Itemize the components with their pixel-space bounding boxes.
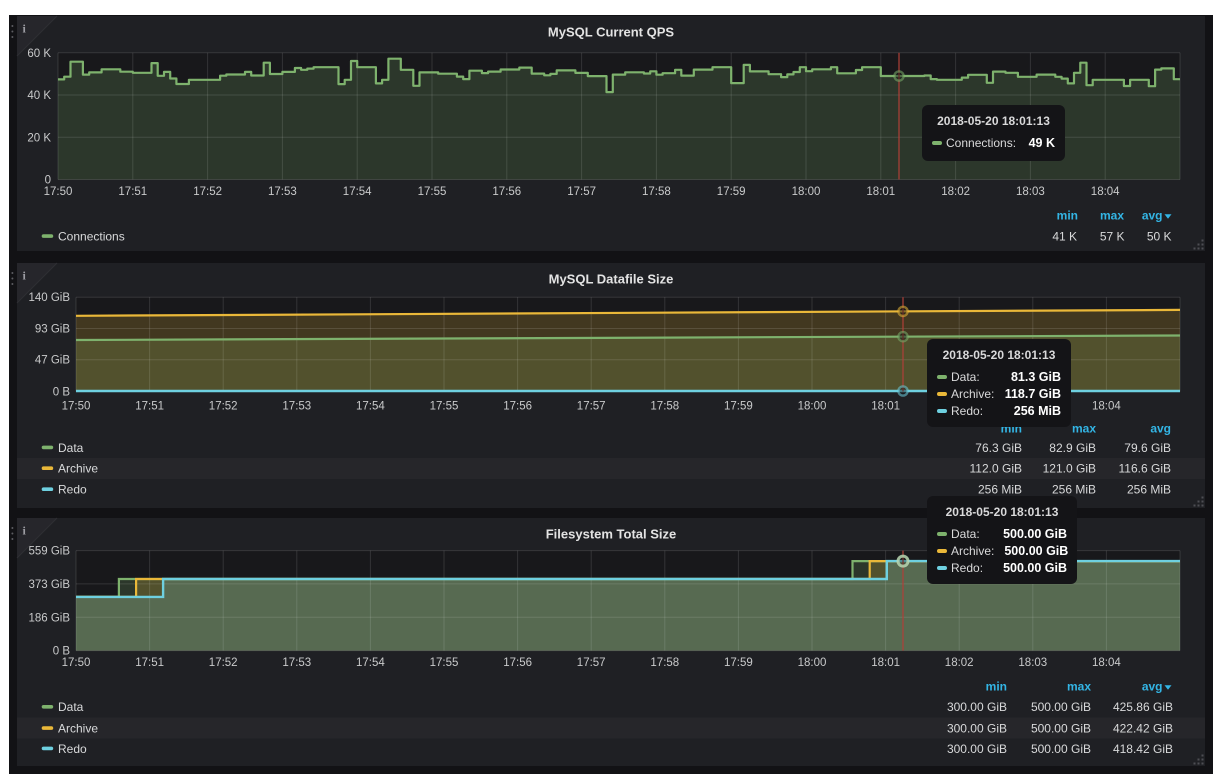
svg-text:17:51: 17:51: [135, 657, 164, 669]
svg-text:avg: avg: [1142, 680, 1163, 694]
svg-text:0 B: 0 B: [53, 386, 71, 398]
svg-text:256 MiB: 256 MiB: [978, 483, 1022, 497]
svg-text:300.00 GiB: 300.00 GiB: [947, 700, 1007, 714]
svg-text:max: max: [1072, 422, 1096, 436]
svg-text:17:50: 17:50: [62, 657, 91, 669]
svg-text:17:54: 17:54: [356, 400, 385, 412]
svg-text:0 B: 0 B: [53, 646, 71, 658]
svg-text:Archive: Archive: [58, 721, 98, 735]
svg-text:avg: avg: [1150, 422, 1171, 436]
svg-text:17:54: 17:54: [343, 186, 372, 198]
svg-text:17:52: 17:52: [209, 400, 238, 412]
svg-text:17:56: 17:56: [503, 400, 532, 412]
svg-text:17:57: 17:57: [577, 400, 606, 412]
svg-text:18:00: 18:00: [792, 186, 821, 198]
svg-text:17:56: 17:56: [503, 657, 532, 669]
svg-text:18:02: 18:02: [941, 186, 970, 198]
svg-text:79.6 GiB: 79.6 GiB: [1124, 441, 1171, 455]
svg-text:425.86 GiB: 425.86 GiB: [1113, 700, 1173, 714]
svg-text:18:04: 18:04: [1091, 186, 1120, 198]
svg-text:18:04: 18:04: [1092, 657, 1121, 669]
svg-text:Data: Data: [58, 700, 84, 714]
svg-text:18:01: 18:01: [866, 186, 895, 198]
svg-text:17:52: 17:52: [209, 657, 238, 669]
svg-text:76.3 GiB: 76.3 GiB: [975, 441, 1022, 455]
svg-text:17:50: 17:50: [62, 400, 91, 412]
svg-text:Archive: Archive: [58, 462, 98, 476]
svg-text:17:57: 17:57: [567, 186, 596, 198]
svg-text:MySQL Current QPS: MySQL Current QPS: [548, 24, 675, 39]
svg-text:17:59: 17:59: [717, 186, 746, 198]
svg-text:17:58: 17:58: [650, 657, 679, 669]
svg-text:18:04: 18:04: [1092, 401, 1121, 413]
svg-text:17:56: 17:56: [492, 186, 521, 198]
svg-text:47 GiB: 47 GiB: [35, 355, 70, 367]
svg-text:Redo: Redo: [58, 742, 87, 756]
svg-text:18:03: 18:03: [1018, 657, 1047, 669]
svg-text:17:54: 17:54: [356, 657, 385, 669]
svg-text:0: 0: [45, 174, 51, 186]
svg-text:Connections: Connections: [58, 229, 125, 243]
svg-text:256 MiB: 256 MiB: [1052, 483, 1096, 497]
svg-text:18:03: 18:03: [1016, 186, 1045, 198]
svg-text:17:58: 17:58: [642, 186, 671, 198]
svg-text:17:59: 17:59: [724, 657, 753, 669]
svg-text:300.00 GiB: 300.00 GiB: [947, 742, 1007, 756]
svg-text:Filesystem Total Size: Filesystem Total Size: [546, 526, 677, 541]
svg-text:57 K: 57 K: [1100, 230, 1125, 244]
svg-text:112.0 GiB: 112.0 GiB: [970, 462, 1022, 476]
svg-text:17:51: 17:51: [118, 186, 147, 198]
svg-text:559 GiB: 559 GiB: [28, 546, 70, 558]
svg-text:40 K: 40 K: [27, 90, 51, 102]
svg-text:17:52: 17:52: [193, 186, 222, 198]
svg-text:17:55: 17:55: [430, 400, 459, 412]
svg-text:Redo: Redo: [58, 483, 87, 497]
svg-text:17:50: 17:50: [44, 186, 73, 198]
svg-text:max: max: [1100, 209, 1124, 223]
svg-text:max: max: [1067, 680, 1091, 694]
svg-text:93 GiB: 93 GiB: [35, 323, 70, 335]
svg-text:373 GiB: 373 GiB: [28, 579, 70, 591]
svg-text:18:00: 18:00: [798, 657, 827, 669]
svg-text:500.00 GiB: 500.00 GiB: [1031, 722, 1091, 736]
svg-text:min: min: [986, 680, 1007, 694]
svg-text:17:53: 17:53: [282, 657, 311, 669]
svg-text:186 GiB: 186 GiB: [28, 612, 70, 624]
svg-text:18:01: 18:01: [871, 401, 900, 413]
svg-text:18:01: 18:01: [871, 657, 900, 669]
svg-text:18:02: 18:02: [945, 657, 974, 669]
svg-text:avg: avg: [1142, 209, 1163, 223]
svg-text:20 K: 20 K: [27, 132, 51, 144]
svg-text:418.42 GiB: 418.42 GiB: [1113, 742, 1173, 756]
svg-text:17:55: 17:55: [430, 657, 459, 669]
svg-text:422.42 GiB: 422.42 GiB: [1113, 722, 1173, 736]
svg-text:500.00 GiB: 500.00 GiB: [1031, 700, 1091, 714]
svg-text:17:53: 17:53: [282, 400, 311, 412]
svg-text:MySQL Datafile Size: MySQL Datafile Size: [549, 271, 674, 286]
svg-text:50 K: 50 K: [1147, 230, 1172, 244]
svg-text:17:55: 17:55: [418, 186, 447, 198]
svg-text:17:57: 17:57: [577, 657, 606, 669]
svg-text:18:00: 18:00: [798, 401, 827, 413]
svg-text:17:51: 17:51: [135, 400, 164, 412]
svg-text:60 K: 60 K: [27, 48, 51, 60]
svg-text:82.9 GiB: 82.9 GiB: [1049, 441, 1096, 455]
svg-text:300.00 GiB: 300.00 GiB: [947, 722, 1007, 736]
svg-text:140 GiB: 140 GiB: [28, 292, 70, 304]
svg-text:500.00 GiB: 500.00 GiB: [1031, 742, 1091, 756]
svg-text:min: min: [1057, 209, 1078, 223]
svg-text:17:58: 17:58: [650, 401, 679, 413]
svg-text:116.6 GiB: 116.6 GiB: [1119, 462, 1171, 476]
svg-text:17:59: 17:59: [724, 401, 753, 413]
svg-text:41 K: 41 K: [1052, 230, 1077, 244]
svg-text:Data: Data: [58, 441, 84, 455]
svg-text:256 MiB: 256 MiB: [1127, 483, 1171, 497]
svg-text:121.0 GiB: 121.0 GiB: [1043, 462, 1096, 476]
svg-text:17:53: 17:53: [268, 186, 297, 198]
